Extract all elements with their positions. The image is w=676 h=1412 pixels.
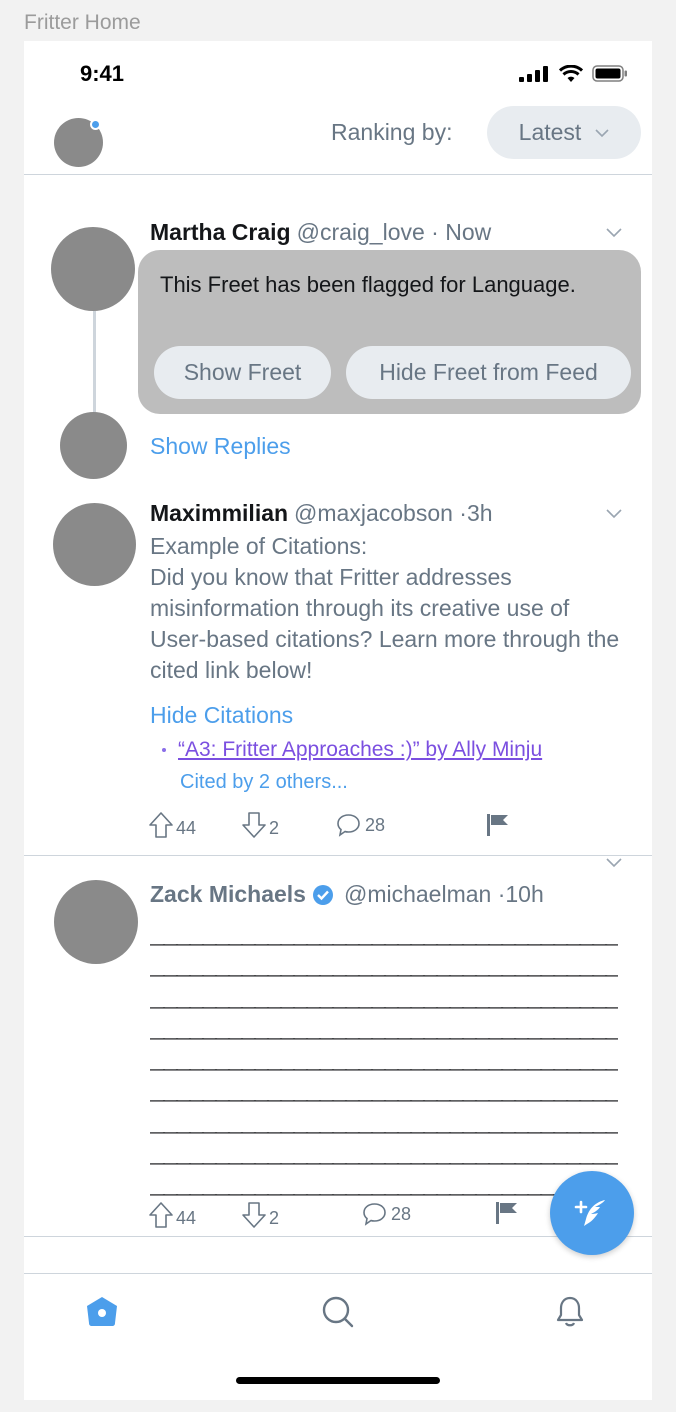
divider xyxy=(24,855,652,856)
show-replies-link[interactable]: Show Replies xyxy=(150,433,291,460)
search-icon[interactable] xyxy=(321,1295,355,1329)
freet-header: Zack Michaels @michaelman ·10h xyxy=(150,881,544,908)
ranking-label: Ranking by: xyxy=(331,119,453,145)
reply-count: 28 xyxy=(365,814,386,835)
upvote-button[interactable]: 44 xyxy=(148,811,196,839)
show-freet-button[interactable]: Show Freet xyxy=(154,346,331,399)
status-icons xyxy=(519,65,628,82)
chevron-down-icon[interactable] xyxy=(605,856,623,868)
downvote-count: 2 xyxy=(269,1208,280,1228)
comment-icon xyxy=(363,1203,386,1226)
arrow-up-icon xyxy=(149,812,173,838)
signal-icon xyxy=(519,65,548,82)
flag-icon[interactable] xyxy=(494,1200,520,1226)
downvote-count: 2 xyxy=(269,818,280,838)
avatar[interactable] xyxy=(53,503,136,586)
flag-notice: This Freet has been flagged for Language… xyxy=(138,250,641,414)
citation-item: “A3: Fritter Approaches :)” by Ally Minj… xyxy=(162,738,542,762)
ranking-value: Latest xyxy=(518,119,582,145)
tab-bar-divider xyxy=(24,1273,652,1274)
upvote-count: 44 xyxy=(176,818,197,838)
citation-link[interactable]: “A3: Fritter Approaches :)” by Ally Minj… xyxy=(178,738,542,762)
thread-line xyxy=(93,311,96,413)
wifi-icon xyxy=(559,65,583,82)
upvote-button[interactable]: 44 xyxy=(148,1201,196,1229)
home-icon[interactable] xyxy=(85,1295,119,1327)
flag-icon[interactable] xyxy=(485,812,511,838)
freet-body: Example of Citations: Did you know that … xyxy=(150,533,620,683)
status-time: 9:41 xyxy=(80,61,125,86)
downvote-button[interactable]: 2 xyxy=(241,1201,279,1229)
author-name[interactable]: Martha Craig xyxy=(150,219,291,246)
compose-button[interactable] xyxy=(550,1171,634,1255)
notification-dot xyxy=(90,119,101,130)
chevron-down-icon[interactable] xyxy=(605,226,623,238)
verified-badge-icon xyxy=(312,884,333,905)
reply-avatar[interactable] xyxy=(60,412,127,479)
hide-freet-button[interactable]: Hide Freet from Feed xyxy=(346,346,631,399)
author-handle: @craig_love · Now xyxy=(296,219,492,245)
freet-header: Martha Craig @craig_love · Now xyxy=(150,219,491,246)
phone-screen: 9:41 Ranking by: Latest Martha Craig @cr… xyxy=(24,41,652,1400)
freet-header: Maximmilian @maxjacobson ·3h xyxy=(150,500,493,527)
author-name[interactable]: Zack Michaels xyxy=(150,881,306,908)
reply-button[interactable]: 28 xyxy=(336,813,385,837)
home-indicator xyxy=(236,1377,440,1384)
author-handle: @michaelman ·10h xyxy=(343,881,544,907)
reply-count: 28 xyxy=(391,1203,412,1224)
reply-button[interactable]: 28 xyxy=(362,1202,411,1226)
bell-icon[interactable] xyxy=(554,1295,586,1329)
cited-by-link[interactable]: Cited by 2 others... xyxy=(180,771,348,794)
arrow-down-icon xyxy=(242,1202,266,1228)
ranking-select[interactable]: Latest xyxy=(487,106,641,159)
flag-message: This Freet has been flagged for Language… xyxy=(160,272,576,297)
arrow-up-icon xyxy=(149,1202,173,1228)
avatar[interactable] xyxy=(51,227,135,311)
battery-icon xyxy=(592,65,627,82)
chevron-down-icon[interactable] xyxy=(605,507,623,519)
chevron-down-icon xyxy=(595,128,609,137)
feather-plus-icon xyxy=(574,1200,605,1226)
upvote-count: 44 xyxy=(176,1208,197,1228)
arrow-down-icon xyxy=(242,812,266,838)
bullet xyxy=(162,748,166,752)
hide-citations-link[interactable]: Hide Citations xyxy=(150,702,293,729)
author-handle: @maxjacobson ·3h xyxy=(294,500,493,526)
downvote-button[interactable]: 2 xyxy=(241,811,279,839)
freet-body: ______________________________________ _… xyxy=(150,922,618,1196)
frame-label: Fritter Home xyxy=(24,11,141,34)
author-name[interactable]: Maximmilian xyxy=(150,500,288,527)
comment-icon xyxy=(337,814,360,837)
avatar[interactable] xyxy=(54,880,138,964)
